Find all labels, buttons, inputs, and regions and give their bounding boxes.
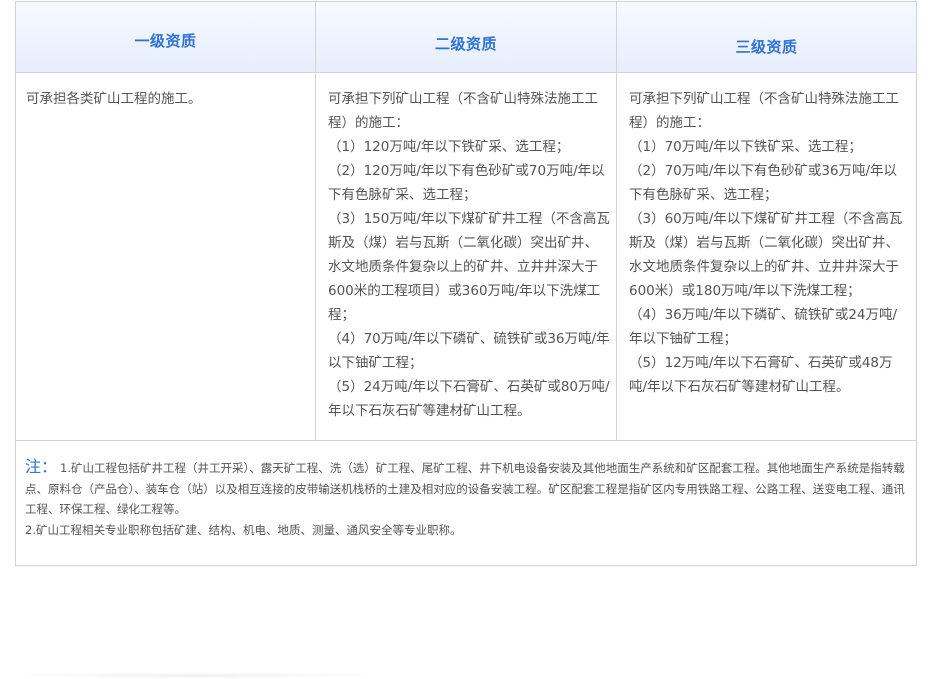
- level3-line: 可承担下列矿山工程（不含矿山特殊法施工工程）的施工：: [629, 91, 899, 131]
- level3-line: （2）70万吨/年以下有色砂矿或36万吨/年以下有色脉矿采、选工程；: [629, 163, 898, 203]
- header-level2: 二级资质: [434, 35, 497, 53]
- header-cell-level1: 一级资质: [16, 2, 316, 72]
- note-item-1: 注： 1.矿山工程包括矿井工程（井工开采）、露天矿工程、洗（选）矿工程、尾矿工程、…: [25, 457, 906, 520]
- level2-scope-cell: 可承担下列矿山工程（不含矿山特殊法施工工程）的施工： （1）120万吨/年以下铁…: [316, 73, 617, 440]
- level2-line: （1）120万吨/年以下铁矿采、选工程；: [328, 139, 570, 155]
- bottom-shadow: [0, 672, 390, 679]
- level3-scope-cell: 可承担下列矿山工程（不含矿山特殊法施工工程）的施工： （1）70万吨/年以下铁矿…: [617, 73, 916, 440]
- level1-line: 可承担各类矿山工程的施工。: [26, 91, 202, 107]
- level2-line: （4）70万吨/年以下磷矿、硫铁矿或36万吨/年以下铀矿工程；: [328, 331, 610, 371]
- note-text-1: 1.矿山工程包括矿井工程（井工开采）、露天矿工程、洗（选）矿工程、尾矿工程、井下…: [25, 461, 905, 516]
- level2-line: 可承担下列矿山工程（不含矿山特殊法施工工程）的施工：: [328, 91, 598, 131]
- level2-line: （2）120万吨/年以下有色砂矿或70万吨/年以下有色脉矿采、选工程；: [328, 163, 605, 203]
- note-label: 注：: [25, 457, 58, 476]
- note-item-2: 2.矿山工程相关专业职称包括矿建、结构、机电、地质、测量、通风安全等专业职称。: [25, 522, 462, 537]
- level2-line: （5）24万吨/年以下石膏矿、石英矿或80万吨/年以下石灰石矿等建材矿山工程。: [328, 379, 610, 419]
- table-body-row: 可承担各类矿山工程的施工。 可承担下列矿山工程（不含矿山特殊法施工工程）的施工：…: [16, 73, 916, 441]
- header-level3: 三级资质: [735, 38, 798, 56]
- level3-line: （1）70万吨/年以下铁矿采、选工程；: [629, 139, 862, 155]
- qualification-table: 一级资质 二级资质 三级资质 可承担各类矿山工程的施工。 可承担下列矿山工程（不…: [15, 1, 917, 566]
- level3-line: （4）36万吨/年以下磷矿、硫铁矿或24万吨/年以下铀矿工程；: [629, 307, 898, 347]
- table-header-row: 一级资质 二级资质 三级资质: [16, 2, 916, 73]
- header-level1: 一级资质: [134, 32, 197, 50]
- level2-line: （3）150万吨/年以下煤矿矿井工程（不含高瓦斯及（煤）岩与瓦斯（二氧化碳）突出…: [328, 211, 610, 323]
- header-cell-level3: 三级资质: [617, 2, 916, 72]
- table-note: 注： 1.矿山工程包括矿井工程（井工开采）、露天矿工程、洗（选）矿工程、尾矿工程、…: [16, 441, 916, 565]
- level3-line: （5）12万吨/年以下石膏矿、石英矿或48万吨/年以下石灰石矿等建材矿山工程。: [629, 355, 893, 395]
- level3-line: （3）60万吨/年以下煤矿矿井工程（不含高瓦斯及（煤）岩与瓦斯（二氧化碳）突出矿…: [629, 211, 903, 299]
- level1-scope-cell: 可承担各类矿山工程的施工。: [16, 73, 316, 440]
- header-cell-level2: 二级资质: [316, 2, 617, 72]
